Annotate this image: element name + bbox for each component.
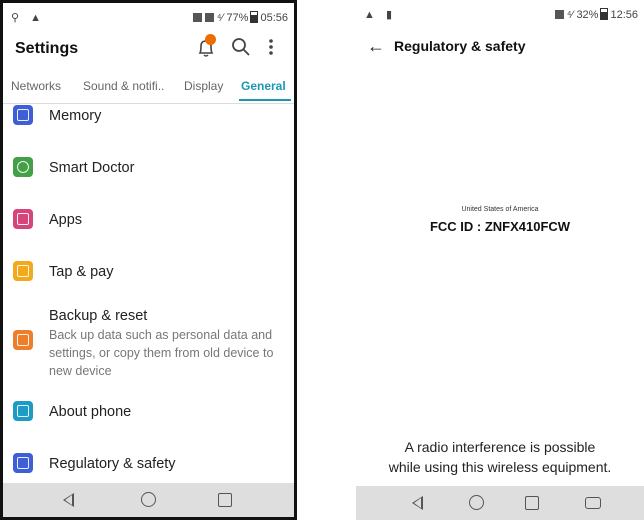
list-item-description: Back up data such as personal data and s…: [49, 328, 274, 378]
memory-chip-icon: [13, 105, 33, 125]
search-icon[interactable]: [228, 34, 254, 60]
status-right: ⁴⁄ 77% 05:56: [192, 11, 288, 24]
list-item-apps[interactable]: Apps: [3, 196, 294, 242]
mute-icon: [204, 13, 214, 22]
regulatory-icon: [13, 453, 33, 473]
list-item-memory[interactable]: Memory: [3, 104, 294, 134]
list-item-label: About phone: [49, 404, 132, 420]
nfc-icon: [192, 13, 202, 22]
recent-apps-icon[interactable]: [218, 493, 232, 507]
back-icon[interactable]: [63, 493, 74, 507]
overflow-menu-icon[interactable]: [265, 34, 277, 60]
regulatory-screen: ▲ ▮ ⁴⁄ 32% 12:56 ← Regulatory & safety Un…: [356, 0, 644, 520]
list-item-about-phone[interactable]: About phone: [3, 388, 294, 434]
app-header: Settings: [3, 31, 294, 69]
back-arrow-icon[interactable]: ←: [367, 36, 385, 57]
home-icon[interactable]: [469, 495, 484, 510]
list-item-smart-doctor[interactable]: Smart Doctor: [3, 144, 294, 190]
dual-window-icon[interactable]: [585, 497, 601, 509]
list-item-label: Memory: [49, 108, 102, 124]
mute-icon: [554, 10, 564, 19]
status-bar: ▲ ▮ ⁴⁄ 32% 12:56: [356, 0, 644, 28]
backup-icon: [13, 330, 33, 350]
signal-icon: ⁴⁄: [216, 12, 224, 24]
fcc-country: United States of America: [461, 206, 539, 213]
navigation-bar: [356, 486, 644, 520]
notification-bell-icon[interactable]: [193, 34, 219, 60]
list-item-tap-pay[interactable]: Tap & pay: [3, 248, 294, 294]
settings-screen: ⚲ ▲ ⁴⁄ 77% 05:56 Settings Networks Sound …: [0, 0, 297, 520]
battery-icon: [250, 11, 259, 23]
warning-line-1: A radio interference is possible: [404, 439, 596, 455]
list-item-label: Smart Doctor: [49, 160, 135, 176]
status-left-icons: ▲ ▮: [364, 9, 396, 21]
apps-grid-icon: [13, 209, 33, 229]
fcc-id: FCC ID : ZNFX410FCW: [429, 219, 571, 234]
navigation-bar: [3, 483, 294, 517]
tab-networks[interactable]: Networks: [11, 79, 61, 93]
list-item-label: Regulatory & safety: [49, 456, 176, 472]
status-right: ⁴⁄ 32% 12:56: [554, 8, 638, 21]
app-header: ← Regulatory & safety: [356, 28, 644, 64]
recent-apps-icon[interactable]: [525, 496, 539, 510]
list-item-label: Backup & reset: [49, 308, 148, 324]
warning-line-2: while using this wireless equipment.: [388, 459, 612, 475]
battery-percent: 32%: [576, 9, 599, 21]
list-item-regulatory-safety[interactable]: Regulatory & safety: [3, 440, 294, 486]
list-item-label: Tap & pay: [49, 264, 114, 280]
tab-sound-notifications[interactable]: Sound & notifi..: [83, 79, 164, 93]
active-tab-indicator: [239, 99, 291, 101]
tab-general[interactable]: General: [241, 79, 286, 93]
info-icon: [13, 401, 33, 421]
notification-badge: [205, 34, 216, 45]
interference-warning: A radio interference is possible while u…: [356, 437, 644, 477]
settings-tabs: Networks Sound & notifi.. Display Genera…: [3, 73, 294, 104]
back-icon[interactable]: [412, 496, 423, 510]
list-item-backup-reset[interactable]: Backup & reset Back up data such as pers…: [3, 300, 294, 380]
battery-percent: 77%: [226, 12, 249, 24]
home-icon[interactable]: [141, 492, 156, 507]
battery-icon: [600, 8, 609, 20]
tap-pay-icon: [13, 261, 33, 281]
status-time: 12:56: [610, 9, 638, 21]
status-time: 05:56: [260, 12, 288, 24]
list-item-label: Apps: [49, 212, 83, 228]
status-bar: ⚲ ▲ ⁴⁄ 77% 05:56: [3, 3, 294, 31]
page-title: Settings: [15, 40, 79, 57]
page-title: Regulatory & safety: [394, 38, 526, 54]
tab-display[interactable]: Display: [184, 79, 223, 93]
status-left-icons: ⚲ ▲: [11, 12, 45, 24]
smart-doctor-icon: [13, 157, 33, 177]
signal-icon: ⁴⁄: [566, 9, 574, 21]
